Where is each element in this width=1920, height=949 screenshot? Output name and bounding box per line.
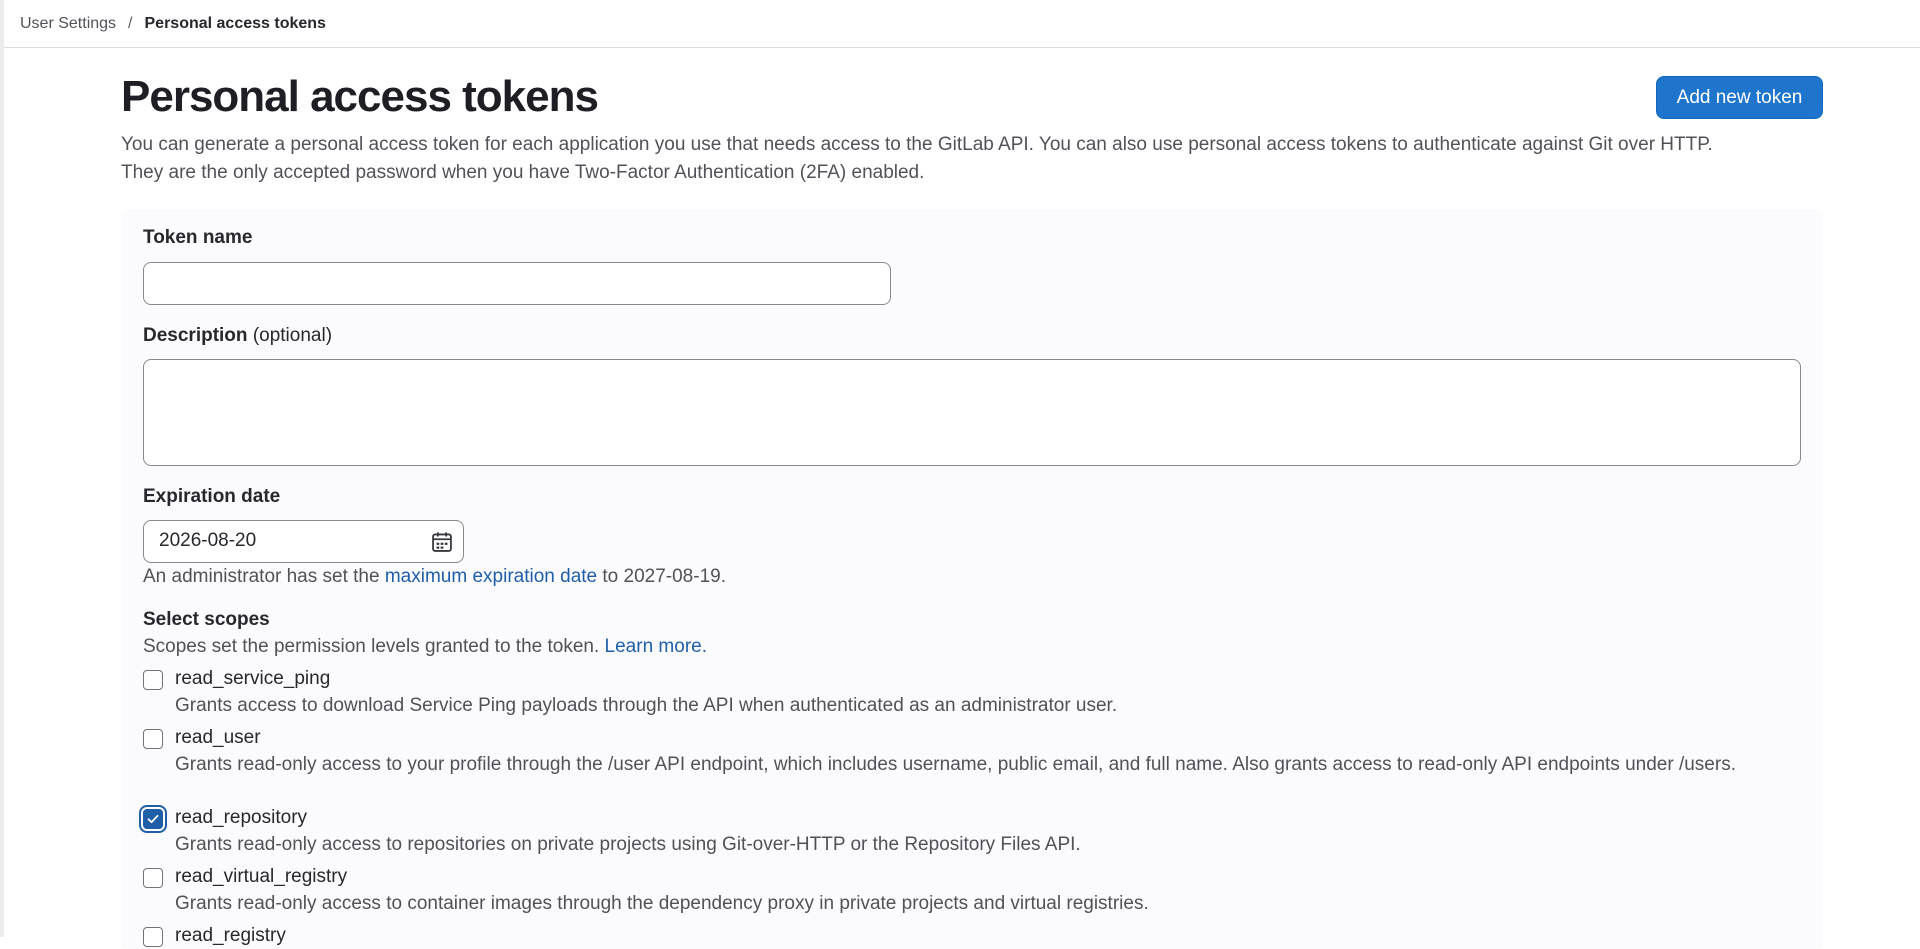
scope-name[interactable]: read_user xyxy=(175,727,261,749)
scope-checkbox[interactable] xyxy=(143,809,163,829)
expiration-help-text: An administrator has set the maximum exp… xyxy=(143,566,726,588)
scope-checkbox[interactable] xyxy=(143,868,163,888)
token-name-label: Token name xyxy=(143,227,253,248)
expiration-help-suffix: to 2027-08-19. xyxy=(597,566,726,587)
scope-description: Grants access to download Service Ping p… xyxy=(175,695,1118,716)
intro-line-1: You can generate a personal access token… xyxy=(121,134,1713,155)
expiration-date-label: Expiration date xyxy=(143,486,281,507)
token-form-panel: Token name Description (optional) Expira… xyxy=(121,209,1823,949)
left-rail xyxy=(0,0,4,937)
scope-checkbox[interactable] xyxy=(143,927,163,947)
breadcrumb: User Settings / Personal access tokens xyxy=(4,0,1920,48)
expiration-date-picker[interactable]: 2026-08-20 xyxy=(143,520,464,563)
token-name-input[interactable] xyxy=(143,262,891,305)
breadcrumb-separator: / xyxy=(128,14,133,32)
expiration-help-prefix: An administrator has set the xyxy=(143,566,385,587)
expiration-date-value: 2026-08-20 xyxy=(159,530,257,551)
page-description: You can generate a personal access token… xyxy=(121,131,1821,187)
select-scopes-label: Select scopes xyxy=(143,609,270,630)
scopes-help-prefix: Scopes set the permission levels granted… xyxy=(143,636,605,657)
check-icon xyxy=(147,814,159,824)
scope-name[interactable]: read_virtual_registry xyxy=(175,866,347,888)
description-label: Description (optional) xyxy=(143,325,332,347)
description-optional: (optional) xyxy=(252,325,333,346)
scope-checkbox[interactable] xyxy=(143,729,163,749)
breadcrumb-current[interactable]: Personal access tokens xyxy=(145,15,326,33)
scope-description: Grants read-only access to repositories … xyxy=(175,834,1081,855)
scope-checkbox[interactable] xyxy=(143,670,163,690)
scope-description: Grants read-only access to container ima… xyxy=(175,893,1149,914)
scope-name[interactable]: read_registry xyxy=(175,925,286,947)
learn-more-link[interactable]: Learn more. xyxy=(605,636,707,657)
scope-description: Grants read-only access to your profile … xyxy=(175,754,1736,775)
breadcrumb-user-settings[interactable]: User Settings xyxy=(20,15,116,33)
description-label-text: Description xyxy=(143,325,248,346)
calendar-icon[interactable] xyxy=(431,531,453,553)
scope-name[interactable]: read_repository xyxy=(175,807,307,829)
scopes-help-text: Scopes set the permission levels granted… xyxy=(143,636,707,658)
scope-name[interactable]: read_service_ping xyxy=(175,668,330,690)
intro-line-2: They are the only accepted password when… xyxy=(121,162,925,183)
maximum-expiration-date-link[interactable]: maximum expiration date xyxy=(385,566,597,587)
page-title: Personal access tokens xyxy=(121,72,599,121)
description-textarea[interactable] xyxy=(143,359,1801,466)
add-new-token-button[interactable]: Add new token xyxy=(1656,76,1823,119)
